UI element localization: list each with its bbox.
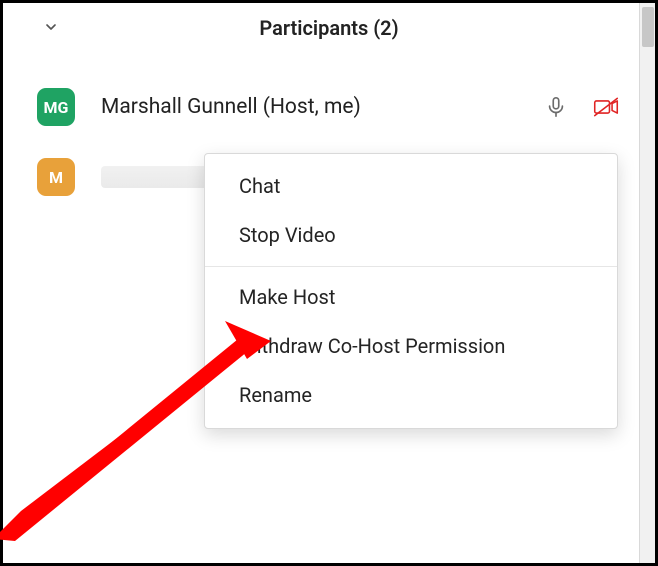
participant-row[interactable]: MG Marshall Gunnell (Host, me) bbox=[3, 75, 655, 139]
menu-item-rename[interactable]: Rename bbox=[205, 371, 617, 420]
menu-item-chat[interactable]: Chat bbox=[205, 162, 617, 211]
chevron-down-icon bbox=[43, 19, 59, 35]
scrollbar-thumb[interactable] bbox=[642, 7, 654, 47]
participant-context-menu: Chat Stop Video Make Host Withdraw Co-Ho… bbox=[204, 153, 618, 429]
microphone-icon[interactable] bbox=[543, 94, 569, 120]
participant-name-redacted bbox=[101, 166, 211, 188]
avatar-initials: MG bbox=[44, 98, 69, 117]
collapse-button[interactable] bbox=[41, 17, 61, 37]
participant-name-area: Marshall Gunnell (Host, me) bbox=[101, 95, 543, 119]
avatar: MG bbox=[37, 88, 75, 126]
menu-item-stop-video[interactable]: Stop Video bbox=[205, 211, 617, 260]
status-icons bbox=[543, 94, 619, 120]
scrollbar-track[interactable] bbox=[639, 3, 655, 563]
panel-header: Participants (2) bbox=[3, 3, 655, 53]
menu-item-make-host[interactable]: Make Host bbox=[205, 273, 617, 322]
avatar-initials: M bbox=[49, 168, 63, 187]
participant-name: Marshall Gunnell (Host, me) bbox=[101, 95, 361, 119]
menu-item-withdraw-cohost[interactable]: Withdraw Co-Host Permission bbox=[205, 322, 617, 371]
menu-divider bbox=[205, 266, 617, 267]
avatar: M bbox=[37, 158, 75, 196]
panel-title: Participants (2) bbox=[259, 16, 398, 40]
participants-panel: Participants (2) MG Marshall Gunnell (Ho… bbox=[3, 3, 655, 563]
video-off-icon[interactable] bbox=[593, 94, 619, 120]
